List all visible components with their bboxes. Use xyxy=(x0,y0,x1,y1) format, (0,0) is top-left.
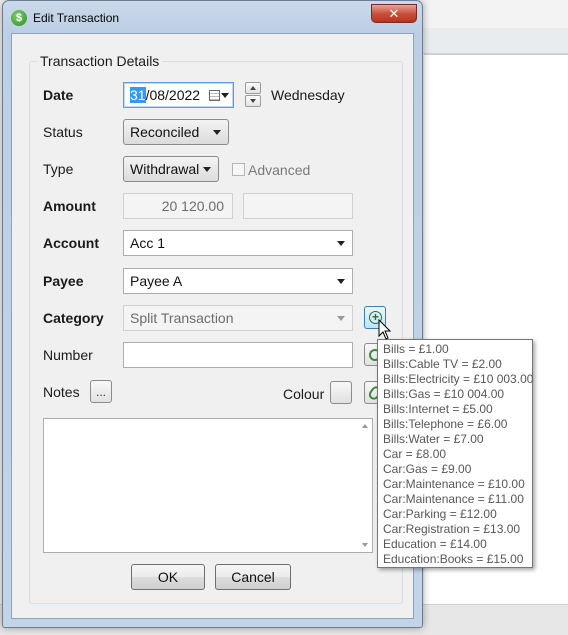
tooltip-line: Car:Gas = £9.00 xyxy=(383,462,472,476)
close-icon: ✕ xyxy=(388,6,400,21)
payee-label: Payee xyxy=(43,273,84,289)
tooltip-line: Bills:Internet = £5.00 xyxy=(383,402,493,416)
tooltip-line: Bills:Water = £7.00 xyxy=(383,432,484,446)
date-spin-down[interactable] xyxy=(245,95,261,107)
notes-textarea[interactable] xyxy=(43,418,373,553)
tooltip-line: Education:Books = £15.00 xyxy=(383,552,524,566)
payee-value: Payee A xyxy=(130,273,183,289)
date-day-selection: 31 xyxy=(130,87,146,103)
chevron-down-icon xyxy=(337,279,345,284)
tooltip-line: Bills:Cable TV = £2.00 xyxy=(383,357,502,371)
category-value: Split Transaction xyxy=(130,310,234,326)
advanced-label: Advanced xyxy=(248,162,311,178)
category-dropdown[interactable]: Split Transaction xyxy=(123,305,353,331)
date-spinner xyxy=(245,82,261,107)
tooltip-line: Car:Maintenance = £11.00 xyxy=(383,492,524,506)
status-dropdown[interactable]: Reconciled xyxy=(123,119,229,145)
edit-transaction-dialog: $ Edit Transaction ✕ Transaction Details… xyxy=(2,0,423,628)
account-value: Acc 1 xyxy=(130,235,166,251)
payee-dropdown[interactable]: Payee A xyxy=(123,268,353,294)
date-spin-up[interactable] xyxy=(245,82,261,94)
colour-label: Colour xyxy=(283,386,325,402)
tooltip-line: Bills:Telephone = £6.00 xyxy=(383,417,508,431)
type-dropdown[interactable]: Withdrawal xyxy=(123,156,219,182)
tooltip-line: Car:Registration = £13.00 xyxy=(383,522,521,536)
type-value: Withdrawal xyxy=(130,161,200,177)
date-rest: /08/2022 xyxy=(145,87,201,103)
notes-expand-button[interactable]: ... xyxy=(90,380,112,403)
advanced-checkbox[interactable] xyxy=(232,163,245,176)
amount-label: Amount xyxy=(43,198,96,214)
tooltip-line: Car:Maintenance = £10.00 xyxy=(383,477,525,491)
ok-button[interactable]: OK xyxy=(131,564,205,590)
notes-label: Notes xyxy=(43,384,80,400)
weekday-label: Wednesday xyxy=(271,87,345,103)
number-label: Number xyxy=(43,347,93,363)
date-label: Date xyxy=(43,87,74,103)
tooltip-line: Bills = £1.00 xyxy=(383,342,449,356)
mouse-pointer-icon xyxy=(378,319,392,340)
colour-picker-button[interactable] xyxy=(330,381,352,404)
calendar-icon[interactable] xyxy=(209,90,220,101)
chevron-down-icon xyxy=(337,316,345,321)
account-dropdown[interactable]: Acc 1 xyxy=(123,230,353,256)
dialog-client-area: Transaction Details Date 31/08/2022 Wedn… xyxy=(11,33,414,619)
scroll-down-icon[interactable] xyxy=(362,543,368,547)
background-panel xyxy=(424,54,568,174)
chevron-down-icon xyxy=(213,130,221,135)
category-label: Category xyxy=(43,310,104,326)
number-field[interactable] xyxy=(123,342,353,368)
tooltip-line: Car:Parking = £12.00 xyxy=(383,507,497,521)
split-breakdown-tooltip: Bills = £1.00 Bills:Cable TV = £2.00 Bil… xyxy=(377,339,533,568)
amount-secondary-field[interactable] xyxy=(243,193,353,219)
chevron-down-icon xyxy=(203,167,211,172)
status-value: Reconciled xyxy=(130,124,200,140)
dollar-coin-icon: $ xyxy=(11,10,27,26)
title-bar[interactable]: $ Edit Transaction ✕ xyxy=(3,1,422,33)
tooltip-line: Education = £14.00 xyxy=(383,537,487,551)
group-title: Transaction Details xyxy=(37,53,163,69)
status-label: Status xyxy=(43,124,83,140)
type-label: Type xyxy=(43,161,74,177)
window-title: Edit Transaction xyxy=(33,11,120,25)
tooltip-line: Bills:Gas = £10 004.00 xyxy=(383,387,505,401)
close-button[interactable]: ✕ xyxy=(371,4,417,23)
cancel-button[interactable]: Cancel xyxy=(215,564,291,590)
chevron-down-icon xyxy=(337,241,345,246)
background-toolbar xyxy=(420,28,568,54)
scroll-up-icon[interactable] xyxy=(362,424,368,428)
date-field[interactable]: 31/08/2022 xyxy=(123,82,234,108)
amount-field[interactable]: 20 120.00 xyxy=(123,193,233,219)
account-label: Account xyxy=(43,235,99,251)
chevron-down-icon[interactable] xyxy=(221,93,229,98)
tooltip-line: Car = £8.00 xyxy=(383,447,447,461)
tooltip-line: Bills:Electricity = £10 003.00 xyxy=(383,372,534,386)
